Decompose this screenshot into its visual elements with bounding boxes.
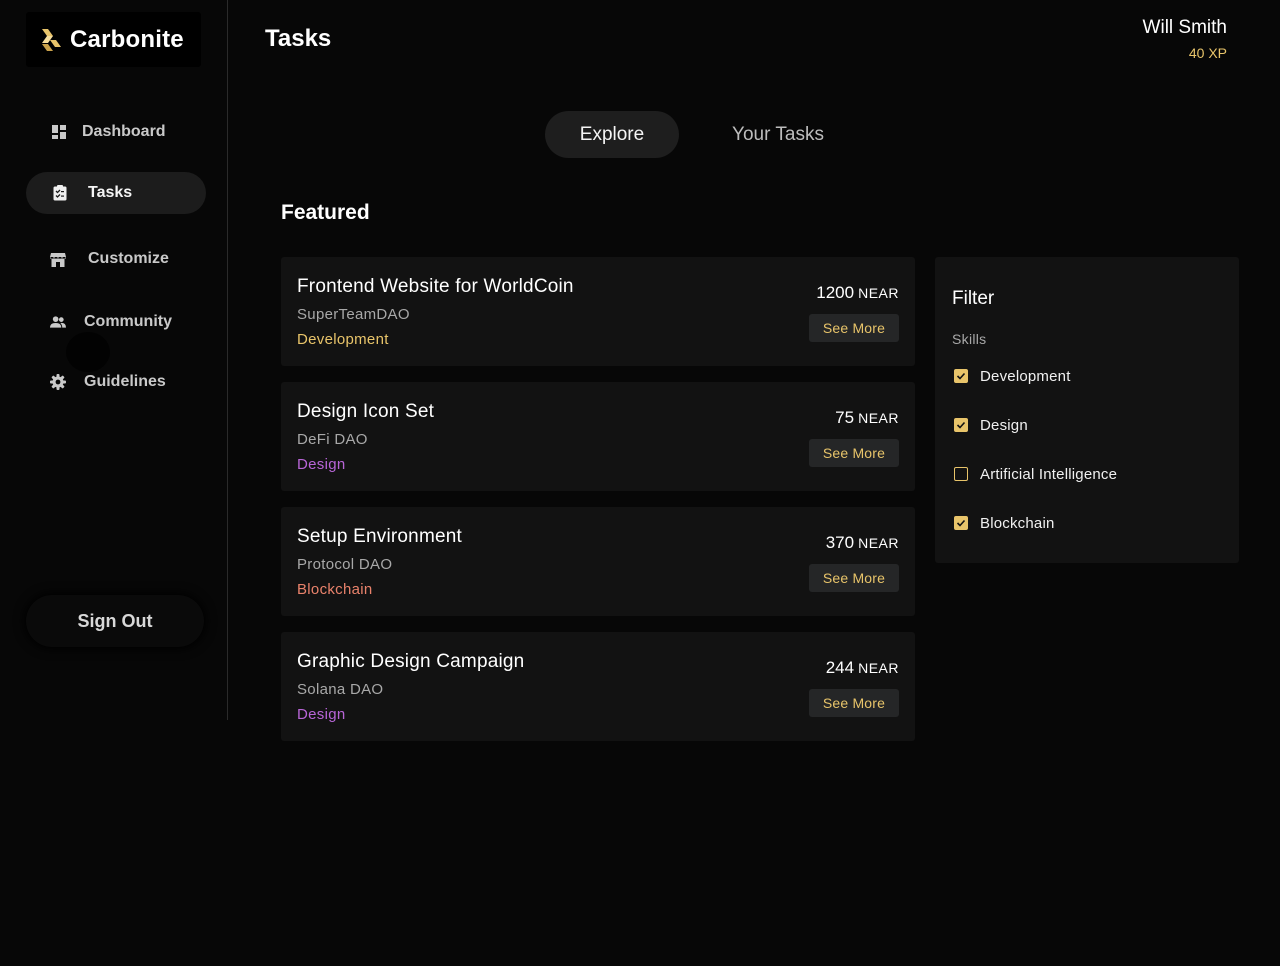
see-more-button[interactable]: See More: [809, 564, 899, 592]
sidebar-item-label: Guidelines: [84, 373, 166, 390]
filter-panel: Filter Skills Development Design Artific…: [935, 257, 1239, 563]
task-title: Frontend Website for WorldCoin: [297, 276, 574, 297]
task-card[interactable]: Design Icon Set DeFi DAO Design 75 NEAR S…: [281, 382, 915, 491]
reward-amount: 370: [825, 533, 855, 552]
store-icon: [50, 251, 66, 267]
sidebar-item-guidelines[interactable]: Guidelines: [26, 361, 206, 403]
checkbox[interactable]: [954, 369, 968, 383]
task-title: Design Icon Set: [297, 401, 435, 422]
filter-option-label: Blockchain: [980, 514, 1055, 532]
sidebar-item-label: Tasks: [88, 184, 133, 201]
task-org: Protocol DAO: [297, 556, 393, 573]
see-more-button[interactable]: See More: [809, 314, 899, 342]
task-category: Design: [297, 706, 346, 723]
user-xp: 40 XP: [1188, 45, 1227, 61]
filter-option-design[interactable]: Design: [954, 415, 1028, 435]
reward-unit: NEAR: [858, 285, 899, 301]
filter-option-label: Development: [980, 367, 1071, 385]
filter-title: Filter: [952, 288, 995, 309]
page-title: Tasks: [265, 25, 332, 52]
people-icon: [50, 314, 66, 330]
task-org: Solana DAO: [297, 681, 384, 698]
tab-explore[interactable]: Explore: [545, 111, 679, 158]
checkbox[interactable]: [954, 516, 968, 530]
sidebar-item-tasks[interactable]: Tasks: [26, 172, 206, 214]
see-more-button[interactable]: See More: [809, 689, 899, 717]
reward-unit: NEAR: [858, 410, 899, 426]
task-reward: 75 NEAR: [835, 408, 899, 428]
carbonite-logo-icon: [42, 28, 61, 51]
task-category: Design: [297, 456, 346, 473]
reward-unit: NEAR: [858, 535, 899, 551]
filter-option-development[interactable]: Development: [954, 366, 1071, 386]
task-card[interactable]: Graphic Design Campaign Solana DAO Desig…: [281, 632, 915, 741]
clipboard-icon: [52, 185, 68, 201]
task-card[interactable]: Frontend Website for WorldCoin SuperTeam…: [281, 257, 915, 366]
tab-your-tasks[interactable]: Your Tasks: [712, 111, 844, 158]
task-card[interactable]: Setup Environment Protocol DAO Blockchai…: [281, 507, 915, 616]
task-title: Setup Environment: [297, 526, 462, 547]
filter-option-ai[interactable]: Artificial Intelligence: [954, 464, 1117, 484]
checkbox[interactable]: [954, 418, 968, 432]
task-org: DeFi DAO: [297, 431, 368, 448]
sidebar: Carbonite Dashboard Tasks Customize Comm…: [0, 0, 228, 720]
sidebar-item-dashboard[interactable]: Dashboard: [26, 111, 206, 153]
reward-unit: NEAR: [858, 660, 899, 676]
task-category: Development: [297, 331, 389, 348]
filter-option-label: Design: [980, 416, 1028, 434]
sidebar-item-community[interactable]: Community: [26, 301, 206, 343]
featured-title: Featured: [281, 201, 370, 224]
filter-option-blockchain[interactable]: Blockchain: [954, 513, 1055, 533]
sign-out-button[interactable]: Sign Out: [26, 595, 204, 647]
reward-amount: 244: [825, 658, 855, 677]
sidebar-item-customize[interactable]: Customize: [26, 238, 206, 280]
task-org: SuperTeamDAO: [297, 306, 410, 323]
logo[interactable]: Carbonite: [26, 12, 201, 67]
sidebar-item-label: Customize: [88, 250, 169, 267]
filter-subtitle: Skills: [952, 331, 987, 347]
reward-amount: 75: [835, 408, 855, 427]
task-reward: 1200 NEAR: [816, 283, 899, 303]
see-more-button[interactable]: See More: [809, 439, 899, 467]
task-reward: 370 NEAR: [826, 533, 899, 553]
task-category: Blockchain: [297, 581, 373, 598]
gear-icon: [50, 374, 66, 390]
filter-option-label: Artificial Intelligence: [980, 465, 1118, 483]
sidebar-item-label: Community: [84, 313, 172, 330]
checkbox[interactable]: [954, 467, 968, 481]
task-reward: 244 NEAR: [826, 658, 899, 678]
user-name[interactable]: Will Smith: [1143, 17, 1227, 39]
brand-name: Carbonite: [70, 25, 184, 53]
task-title: Graphic Design Campaign: [297, 651, 525, 672]
dashboard-icon: [51, 124, 67, 140]
sidebar-item-label: Dashboard: [82, 123, 166, 140]
reward-amount: 1200: [816, 283, 855, 302]
